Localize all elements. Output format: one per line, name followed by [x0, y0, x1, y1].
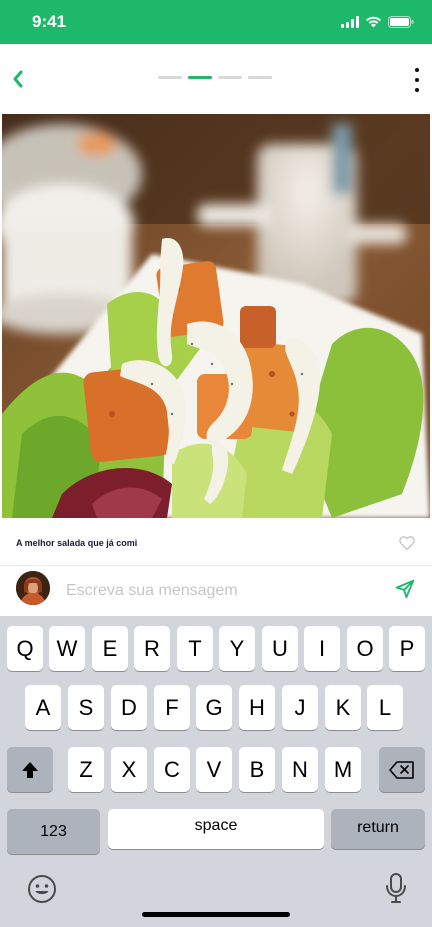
key-u[interactable]: U [262, 626, 298, 671]
key-c[interactable]: C [154, 747, 190, 792]
status-icons [341, 14, 414, 30]
wifi-icon [366, 16, 381, 28]
avatar [16, 571, 50, 605]
page-dot[interactable] [218, 76, 242, 79]
return-key[interactable]: return [331, 809, 425, 849]
comment-input[interactable] [66, 577, 366, 605]
key-w[interactable]: W [49, 626, 85, 671]
key-p[interactable]: P [389, 626, 425, 671]
page-dot[interactable] [158, 76, 182, 79]
post-caption: A melhor salada que já comi [16, 538, 138, 548]
key-m[interactable]: M [325, 747, 361, 792]
status-time: 9:41 [32, 12, 67, 31]
salad-photo [2, 114, 430, 518]
numbers-key[interactable]: 123 [7, 809, 100, 854]
home-indicator[interactable] [142, 912, 290, 917]
chevron-left-icon [13, 70, 23, 88]
post-photo[interactable] [2, 114, 430, 518]
key-a[interactable]: A [25, 685, 61, 730]
more-options-button[interactable] [412, 68, 422, 92]
key-z[interactable]: Z [68, 747, 104, 792]
key-y[interactable]: Y [219, 626, 255, 671]
key-j[interactable]: J [282, 685, 318, 730]
key-q[interactable]: Q [7, 626, 43, 671]
send-icon[interactable] [394, 578, 416, 600]
user-avatar-image [16, 571, 50, 605]
key-l[interactable]: L [367, 685, 403, 730]
key-n[interactable]: N [282, 747, 318, 792]
key-s[interactable]: S [68, 685, 104, 730]
key-f[interactable]: F [154, 685, 190, 730]
backspace-key[interactable] [379, 747, 425, 792]
key-b[interactable]: B [239, 747, 275, 792]
comment-composer [0, 566, 432, 616]
key-r[interactable]: R [134, 626, 170, 671]
post-caption-row: A melhor salada que já comi [0, 530, 432, 556]
key-g[interactable]: G [196, 685, 232, 730]
key-d[interactable]: D [111, 685, 147, 730]
keyboard: Q W E R T Y U I O P A S D F G H J K L Z … [0, 616, 432, 927]
emoji-icon[interactable] [27, 874, 57, 904]
battery-icon [388, 16, 414, 28]
key-h[interactable]: H [239, 685, 275, 730]
key-o[interactable]: O [347, 626, 383, 671]
backspace-icon [389, 760, 414, 779]
microphone-icon[interactable] [385, 872, 407, 904]
key-e[interactable]: E [92, 626, 128, 671]
page-dot-active[interactable] [188, 76, 212, 79]
cellular-signal-icon [341, 16, 359, 28]
key-t[interactable]: T [177, 626, 213, 671]
page-indicator [158, 76, 272, 79]
shift-icon [22, 761, 38, 778]
post-header [0, 44, 432, 114]
key-x[interactable]: X [111, 747, 147, 792]
key-i[interactable]: I [304, 626, 340, 671]
key-v[interactable]: V [196, 747, 232, 792]
key-k[interactable]: K [325, 685, 361, 730]
heart-icon[interactable] [398, 534, 416, 552]
more-vertical-icon [415, 68, 419, 72]
status-bar: 9:41 [0, 0, 432, 44]
space-key[interactable]: space [108, 809, 324, 849]
shift-key[interactable] [7, 747, 53, 792]
back-button[interactable] [8, 66, 28, 92]
page-dot[interactable] [248, 76, 272, 79]
